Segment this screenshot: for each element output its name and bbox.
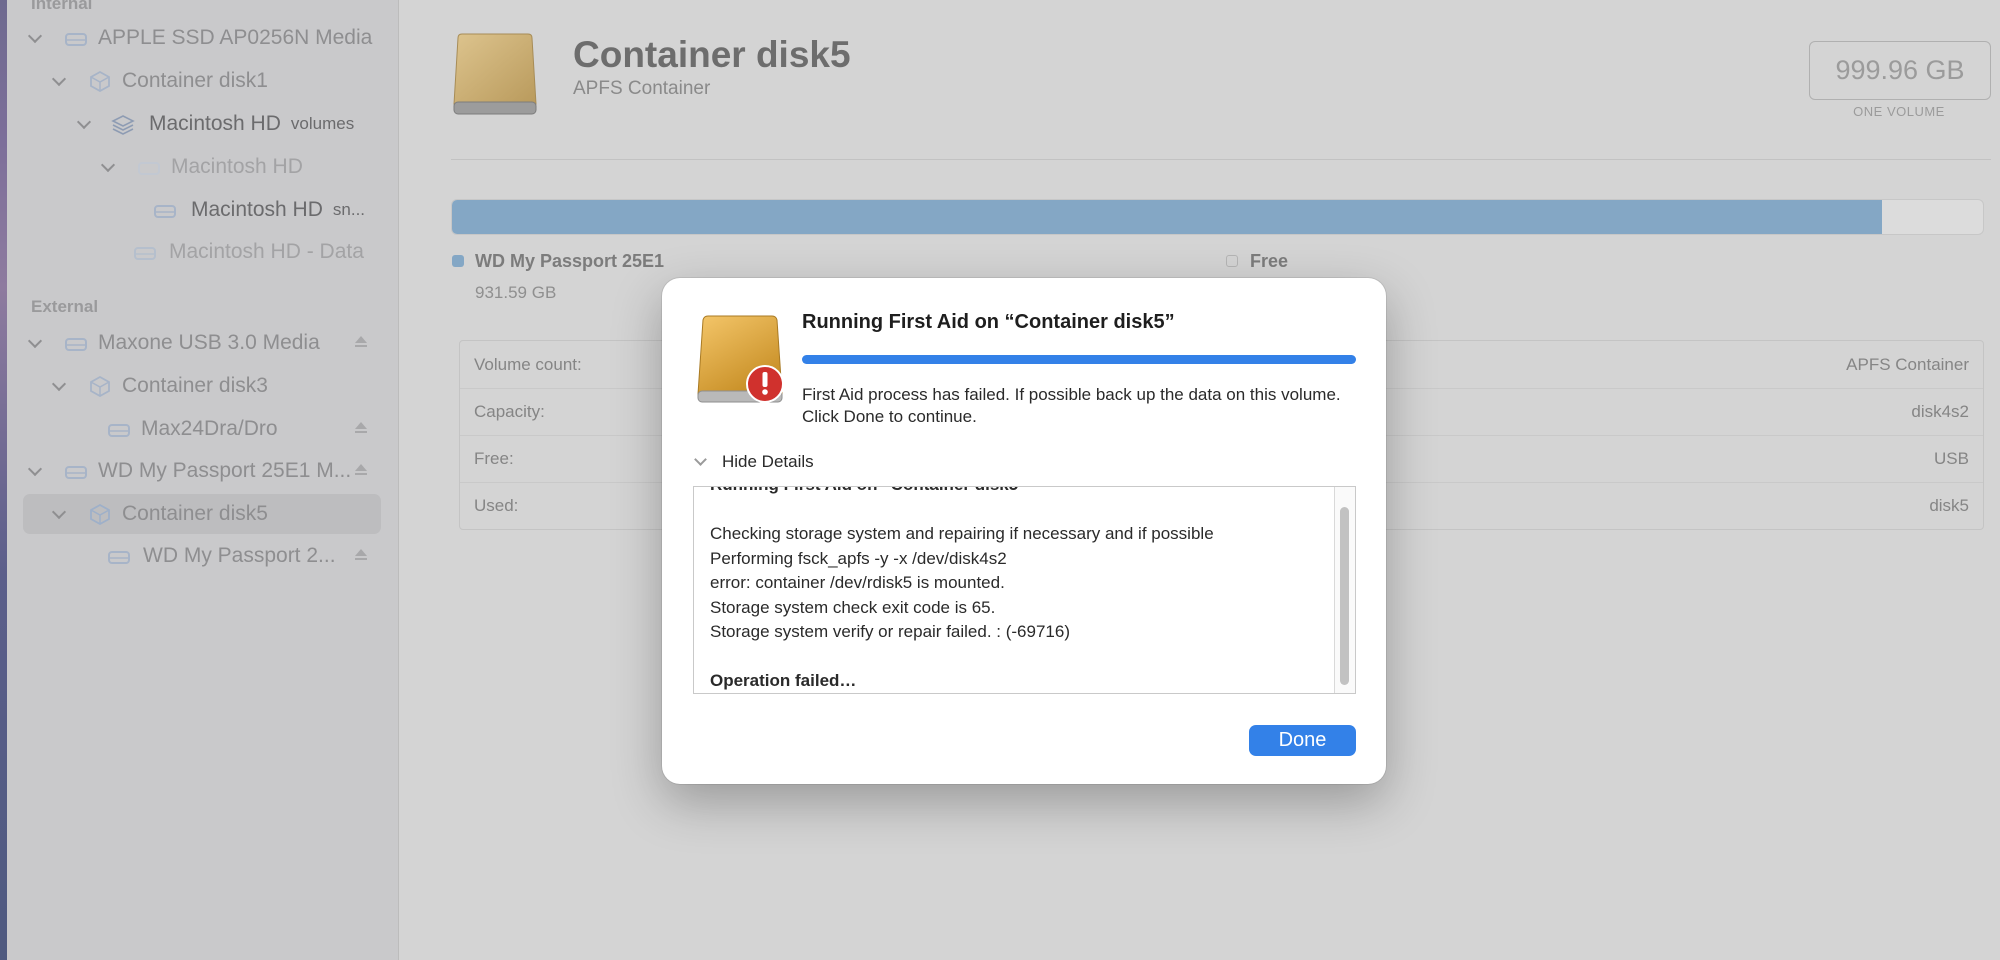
sidebar-item-maxone-usb[interactable]: Maxone USB 3.0 Media: [28, 323, 368, 363]
log-line: Storage system check exit code is 65.: [710, 597, 996, 617]
log-line: Storage system verify or repair failed. …: [710, 622, 1070, 641]
dialog-title: Running First Aid on “Container disk5”: [802, 311, 1175, 333]
legend-used-value: 931.59 GB: [475, 283, 557, 302]
first-aid-dialog: Running First Aid on “Container disk5” F…: [662, 278, 1386, 784]
info-value: APFS Container: [1846, 355, 1969, 374]
page-title: Container disk5: [573, 34, 851, 75]
info-label: Used:: [474, 496, 519, 515]
info-value: disk5: [1929, 496, 1969, 515]
disk-icon: [108, 551, 130, 564]
log-line: Running First Aid on “Container disk5”: [710, 487, 1320, 498]
legend-used-swatch: [452, 255, 464, 267]
info-label: Capacity:: [474, 402, 545, 421]
section-label-external: External: [31, 297, 99, 316]
disk-icon: [65, 33, 87, 46]
details-log[interactable]: Running First Aid on “Container disk5” C…: [693, 486, 1356, 694]
sidebar-item-container-disk5[interactable]: Container disk5: [23, 494, 381, 534]
divider: [451, 159, 1991, 160]
disk-icon: [65, 338, 87, 351]
info-label: Free:: [474, 449, 514, 468]
log-line: Checking storage system and repairing if…: [710, 524, 1214, 543]
chevron-down-icon[interactable]: [52, 379, 66, 393]
legend-free-name: Free: [1250, 251, 1289, 271]
layers-icon: [111, 115, 135, 135]
disk-icon: [154, 205, 176, 218]
sidebar-item-label: APPLE SSD AP0256N Media: [98, 26, 373, 49]
disk-icon: [134, 247, 156, 260]
container-icon: [90, 70, 110, 92]
log-line: Performing fsck_apfs -y -x /dev/disk4s2: [710, 548, 1007, 568]
container-icon: [90, 503, 110, 525]
window-edge: [0, 0, 7, 960]
eject-icon[interactable]: [354, 549, 368, 563]
sidebar-item-label: Max24Dra/Dro: [141, 417, 278, 440]
chevron-down-icon[interactable]: [28, 336, 42, 350]
size-caption: ONE VOLUME: [1853, 104, 1945, 119]
sidebar-item-macintosh-hd-snapshot[interactable]: Macintosh HD sn...: [153, 190, 365, 230]
sidebar-item-label: Maxone USB 3.0 Media: [98, 331, 320, 354]
usage-bar: [451, 199, 1984, 235]
log-content: Running First Aid on “Container disk5” C…: [710, 487, 1320, 693]
dialog-message: First Aid process has failed. If possibl…: [802, 385, 1341, 426]
chevron-down-icon[interactable]: [28, 31, 42, 45]
disk-icon: [108, 424, 130, 437]
info-value: disk4s2: [1911, 402, 1969, 421]
info-label: Volume count:: [474, 355, 582, 374]
disk-icon: [138, 162, 160, 175]
sidebar-item-label: Macintosh HD - Data: [169, 240, 364, 263]
eject-icon[interactable]: [354, 464, 368, 478]
sidebar-item-label: Macintosh HD: [149, 112, 281, 135]
eject-icon[interactable]: [354, 422, 368, 436]
eject-icon[interactable]: [354, 336, 368, 350]
container-icon: [90, 375, 110, 397]
sidebar-item-macintosh-hd[interactable]: Macintosh HD: [101, 147, 303, 187]
disk-error-icon: [697, 315, 784, 403]
log-line: Operation failed…: [710, 671, 857, 690]
hide-details-label: Hide Details: [722, 452, 814, 471]
info-value: USB: [1934, 449, 1969, 468]
sidebar-item-max24dra[interactable]: Max24Dra/Dro: [107, 409, 368, 449]
sidebar: Internal APPLE SSD AP0256N Media Contain…: [0, 0, 399, 960]
log-line: error: container /dev/rdisk5 is mounted.: [710, 573, 1005, 592]
sidebar-item-tag: volumes: [290, 114, 355, 133]
sidebar-item-label: Macintosh HD: [191, 198, 323, 221]
legend-free-swatch: [1226, 255, 1238, 267]
chevron-down-icon[interactable]: [52, 74, 66, 88]
sidebar-item-label: Macintosh HD: [171, 155, 303, 178]
sidebar-item-wd-passport-volume[interactable]: WD My Passport 2...: [107, 536, 368, 576]
log-scrollbar[interactable]: [1334, 487, 1355, 693]
sidebar-item-wd-passport-media[interactable]: WD My Passport 25E1 M...: [28, 451, 368, 491]
log-scroll-thumb[interactable]: [1340, 507, 1349, 685]
sidebar-item-tag: sn...: [332, 200, 366, 219]
sidebar-item-label: WD My Passport 25E1 M...: [98, 459, 352, 482]
size-box: 999.96 GB: [1809, 41, 1991, 100]
chevron-down-icon[interactable]: [694, 455, 708, 469]
sidebar-item-container-disk1[interactable]: Container disk1: [52, 61, 268, 101]
sidebar-item-apple-ssd[interactable]: APPLE SSD AP0256N Media: [28, 18, 372, 58]
legend-used-name: WD My Passport 25E1: [475, 251, 665, 271]
chevron-down-icon[interactable]: [28, 464, 42, 478]
sidebar-item-macintosh-hd-data[interactable]: Macintosh HD - Data: [133, 232, 364, 272]
done-button[interactable]: Done: [1249, 725, 1356, 756]
sidebar-item-container-disk3[interactable]: Container disk3: [52, 366, 268, 406]
disk-icon: [65, 466, 87, 479]
hide-details-toggle[interactable]: Hide Details: [694, 452, 814, 472]
chevron-down-icon[interactable]: [77, 117, 91, 131]
chevron-down-icon[interactable]: [52, 507, 66, 521]
sidebar-item-label: Container disk1: [122, 69, 268, 92]
section-label-internal: Internal: [31, 0, 93, 13]
sidebar-item-label: WD My Passport 2...: [143, 544, 336, 567]
sidebar-item-label: Container disk3: [122, 374, 268, 397]
external-disk-icon: [453, 33, 537, 115]
page-subtitle: APFS Container: [573, 78, 711, 99]
progress-bar: [802, 355, 1356, 364]
sidebar-item-label: Container disk5: [122, 502, 268, 525]
sidebar-item-macintosh-hd-volumes[interactable]: Macintosh HD volumes: [77, 104, 354, 144]
chevron-down-icon[interactable]: [101, 160, 115, 174]
usage-bar-fill: [452, 200, 1882, 234]
